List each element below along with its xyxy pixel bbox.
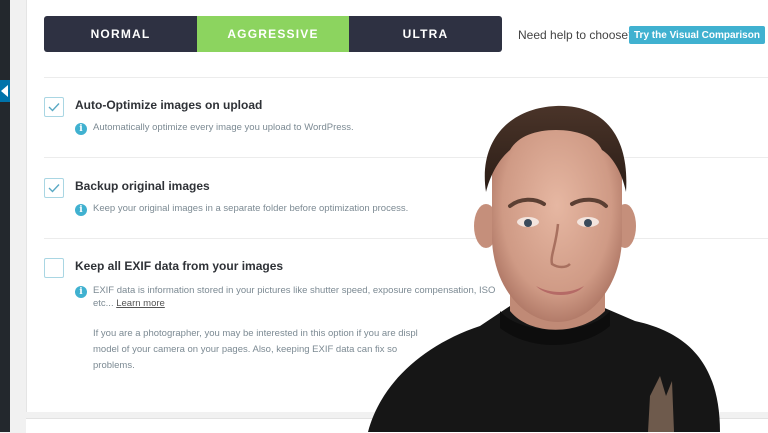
tab-aggressive[interactable]: AGGRESSIVE: [197, 16, 349, 52]
info-icon: i: [75, 123, 87, 135]
check-icon: [48, 184, 60, 193]
option-title: Backup original images: [75, 179, 210, 193]
option-title: Keep all EXIF data from your images: [75, 259, 284, 273]
presenter-video: [368, 105, 720, 432]
admin-sidebar: [0, 0, 10, 432]
backup-original-checkbox[interactable]: [44, 178, 64, 198]
photographer-note-line: model of your camera on your pages. Also…: [93, 344, 398, 355]
divider: [44, 77, 768, 78]
visual-comparison-button[interactable]: Try the Visual Comparison: [629, 26, 765, 44]
info-icon: i: [75, 204, 87, 216]
webcam-overlay: [360, 96, 768, 432]
info-icon: i: [75, 286, 87, 298]
tab-ultra[interactable]: ULTRA: [349, 16, 502, 52]
auto-optimize-checkbox[interactable]: [44, 97, 64, 117]
optimization-level-tabs: NORMAL AGGRESSIVE ULTRA: [44, 16, 502, 52]
triangle-left-icon: [1, 85, 8, 97]
etc-text: etc...: [93, 298, 117, 309]
keep-exif-checkbox[interactable]: [44, 258, 64, 278]
check-icon: [48, 103, 60, 112]
tab-normal[interactable]: NORMAL: [44, 16, 197, 52]
collapse-menu-toggle[interactable]: [0, 80, 10, 102]
option-title: Auto-Optimize images on upload: [75, 98, 263, 112]
learn-more-link[interactable]: Learn more: [116, 298, 165, 309]
option-description: Automatically optimize every image you u…: [93, 122, 354, 133]
option-description-cont: etc... Learn more: [93, 298, 165, 309]
help-text: Need help to choose?: [518, 28, 635, 42]
photographer-note-line: problems.: [93, 360, 135, 371]
